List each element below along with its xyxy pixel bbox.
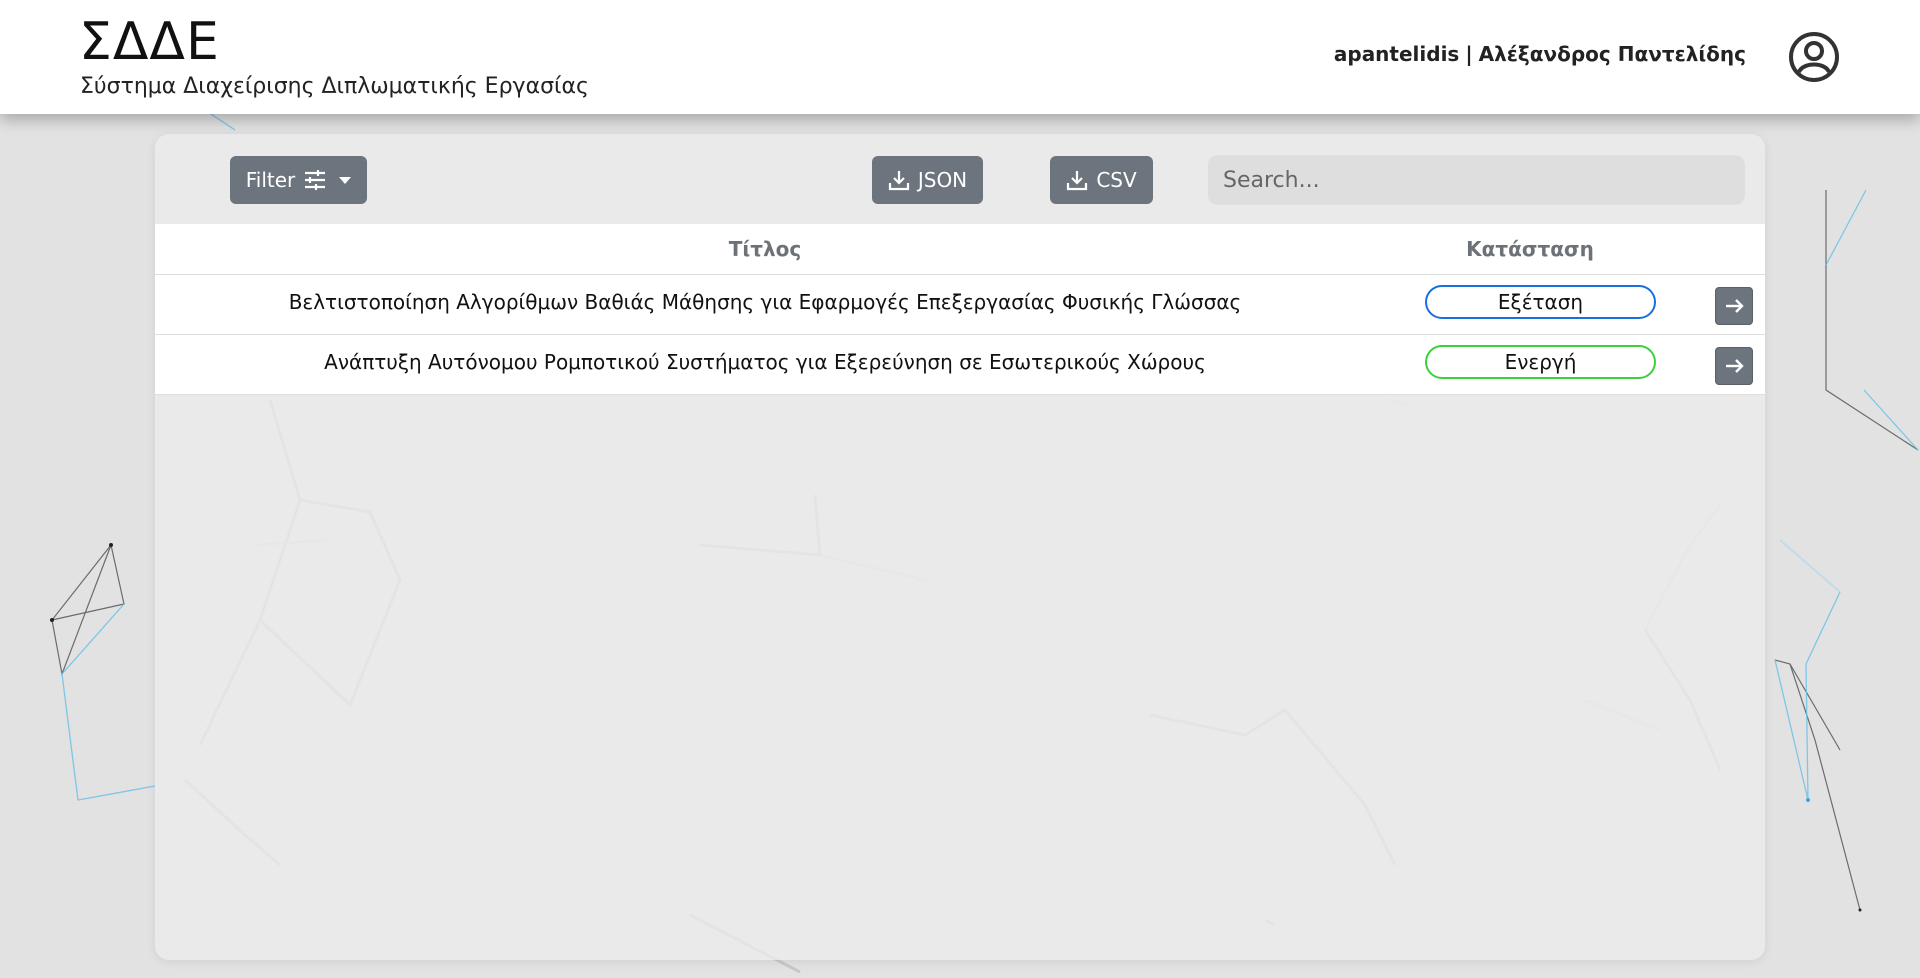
user-separator: |	[1465, 42, 1473, 66]
download-icon	[1067, 171, 1088, 191]
column-header-status[interactable]: Κατάσταση	[1375, 224, 1685, 275]
thesis-title: Ανάπτυξη Αυτόνομου Ρομποτικού Συστήματος…	[324, 350, 1206, 374]
export-csv-button[interactable]: CSV	[1050, 156, 1153, 204]
toolbar: Filter JSON CSV Search...	[155, 134, 1765, 224]
view-details-button[interactable]	[1715, 287, 1753, 325]
theses-card: Filter JSON CSV Search... Τίτλος Κατάστα…	[155, 134, 1765, 960]
search-input[interactable]	[1208, 155, 1745, 205]
username: apantelidis	[1333, 42, 1460, 66]
filter-label: Filter	[245, 168, 296, 192]
download-icon	[888, 171, 909, 191]
table-row[interactable]: Ανάπτυξη Αυτόνομου Ρομποτικού Συστήματος…	[155, 335, 1765, 395]
status-badge: Ενεργή	[1425, 345, 1656, 379]
thesis-title: Βελτιστοποίηση Αλγορίθμων Βαθιάς Μάθησης…	[288, 290, 1242, 314]
chevron-down-icon	[339, 176, 352, 184]
user-circle-icon[interactable]	[1788, 31, 1840, 83]
filter-button[interactable]: Filter	[230, 156, 367, 204]
view-details-button[interactable]	[1715, 347, 1753, 385]
app-header: ΣΔΔΕ Σύστημα Διαχείρισης Διπλωματικής Ερ…	[0, 0, 1920, 114]
arrow-right-icon	[1726, 299, 1744, 313]
export-json-label: JSON	[917, 168, 968, 192]
export-csv-label: CSV	[1096, 168, 1137, 192]
column-header-title[interactable]: Τίτλος	[155, 224, 1375, 275]
status-badge: Εξέταση	[1425, 285, 1656, 319]
app-title: ΣΔΔΕ	[79, 12, 220, 72]
theses-table: Τίτλος Κατάσταση Βελτιστοποίηση Αλγορίθμ…	[155, 224, 1765, 395]
table-header: Τίτλος Κατάσταση	[155, 224, 1765, 275]
sliders-icon	[305, 170, 326, 190]
user-info: apantelidis | Αλέξανδρος Παντελίδης	[1334, 42, 1746, 66]
export-json-button[interactable]: JSON	[872, 156, 983, 204]
app-subtitle: Σύστημα Διαχείρισης Διπλωματικής Εργασία…	[80, 74, 589, 99]
arrow-right-icon	[1726, 359, 1744, 373]
table-row[interactable]: Βελτιστοποίηση Αλγορίθμων Βαθιάς Μάθησης…	[155, 275, 1765, 335]
user-full-name: Αλέξανδρος Παντελίδης	[1478, 42, 1746, 66]
